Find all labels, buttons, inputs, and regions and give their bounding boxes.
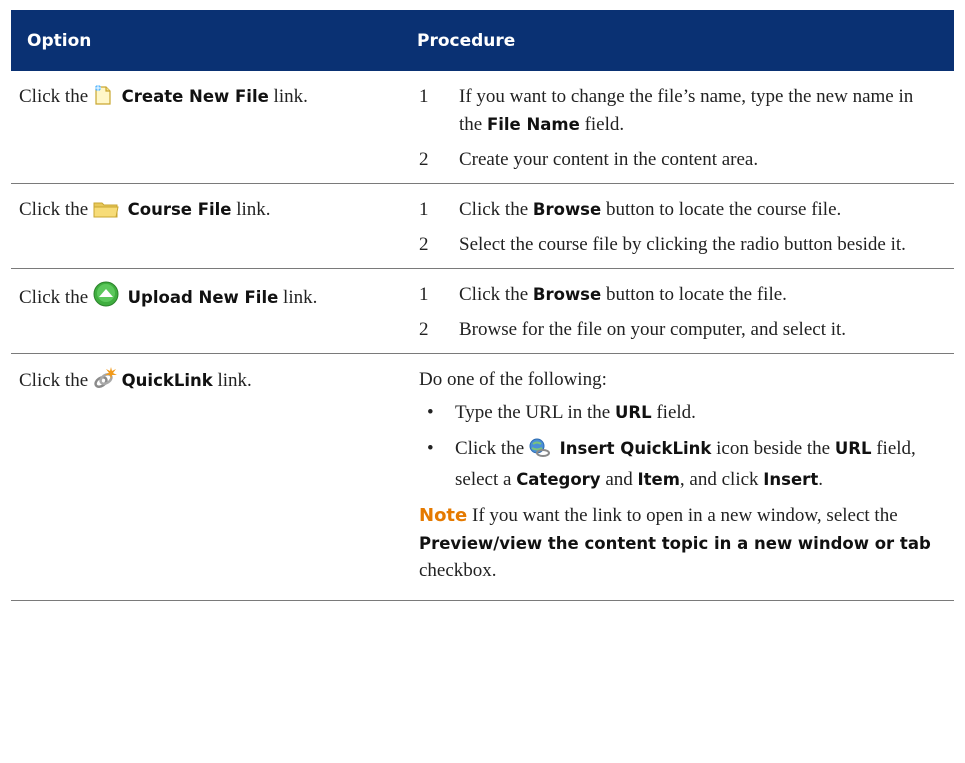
bullet-text: icon beside the — [716, 437, 831, 459]
table-row: Click the Upload New File link. 1 Click … — [11, 268, 954, 354]
bullet-keyword: Item — [637, 470, 680, 490]
step-text: button to locate the file. — [605, 283, 787, 305]
step-text: Select the course file by clicking the r… — [459, 234, 906, 256]
procedure-step: 1 If you want to change the file’s name,… — [419, 83, 934, 138]
course-file-label: Course File — [127, 199, 232, 219]
option-prefix: Click the — [19, 369, 89, 391]
procedure-cell: 1 Click the Browse button to locate the … — [401, 268, 954, 354]
option-cell: Click the QuickLink link. — [11, 353, 401, 601]
step-text: Create your content in the content area. — [459, 149, 759, 171]
bullet-dot-icon: • — [427, 437, 434, 459]
step-text: Browse for the file on your computer, an… — [459, 319, 847, 341]
procedure-step: 2 Create your content in the content are… — [419, 146, 934, 174]
create-new-file-label: Create New File — [121, 87, 269, 106]
step-text: field. — [584, 113, 625, 135]
procedure-step: 2 Select the course file by clicking the… — [419, 231, 934, 259]
procedure-step: 1 Click the Browse button to locate the … — [419, 196, 934, 224]
procedure-cell: Do one of the following: • Type the URL … — [401, 353, 954, 601]
table-row: Click the Course File link. 1 Click the … — [11, 183, 954, 269]
table-row: Click the Create New File link. 1 If you… — [11, 71, 954, 184]
option-cell: Click the Course File link. — [11, 183, 401, 269]
step-number: 2 — [419, 319, 429, 341]
step-number: 1 — [419, 86, 429, 107]
procedure-cell: 1 Click the Browse button to locate the … — [401, 183, 954, 269]
step-text: Click the — [459, 283, 529, 305]
procedure-intro: Do one of the following: — [419, 368, 607, 390]
procedure-step: 1 Click the Browse button to locate the … — [419, 281, 934, 309]
option-prefix: Click the — [19, 198, 89, 220]
quicklink-icon — [93, 366, 117, 399]
table-header-row: Option Procedure — [11, 10, 954, 71]
bullet-keyword: Insert QuickLink — [559, 438, 712, 458]
step-number: 1 — [419, 283, 429, 305]
upload-new-file-label: Upload New File — [127, 287, 279, 307]
folder-icon — [93, 199, 119, 228]
step-number: 2 — [419, 234, 429, 256]
step-text: Click the — [459, 198, 529, 220]
bullet-text: . — [818, 469, 823, 491]
bullet-text: Click the — [455, 437, 525, 459]
bullet-keyword: URL — [834, 438, 872, 458]
upload-icon — [93, 281, 119, 316]
table-row: Click the QuickLink link. Do one of the … — [11, 353, 954, 601]
option-prefix: Click the — [19, 286, 89, 308]
bullet-keyword: URL — [614, 403, 652, 423]
step-keyword: Browse — [532, 284, 602, 304]
step-text: button to locate the course file. — [605, 198, 842, 220]
procedure-cell: 1 If you want to change the file’s name,… — [401, 71, 954, 184]
option-prefix: Click the — [19, 86, 89, 107]
insert-quicklink-icon — [529, 438, 551, 467]
option-suffix: link. — [236, 198, 271, 220]
procedure-bullet: • Type the URL in the URL field. — [419, 399, 934, 427]
bullet-text: Type the URL in the — [455, 402, 611, 424]
quicklink-label: QuickLink — [121, 370, 213, 390]
note-keyword: Preview/view the content topic in a new … — [419, 533, 931, 553]
option-suffix: link. — [283, 286, 318, 308]
header-option: Option — [11, 10, 401, 71]
bullet-keyword: Insert — [763, 470, 819, 490]
option-cell: Click the Upload New File link. — [11, 268, 401, 354]
options-procedure-table: Option Procedure Click the Create New Fi… — [11, 10, 954, 601]
option-cell: Click the Create New File link. — [11, 71, 401, 184]
note-text: If you want the link to open in a new wi… — [472, 505, 898, 527]
step-keyword: Browse — [532, 199, 602, 219]
step-keyword: File Name — [486, 114, 580, 134]
bullet-dot-icon: • — [427, 402, 434, 424]
new-file-icon — [93, 84, 113, 115]
header-procedure: Procedure — [401, 10, 954, 71]
option-suffix: link. — [273, 86, 308, 107]
step-number: 1 — [419, 198, 429, 220]
step-number: 2 — [419, 149, 429, 171]
bullet-text: field. — [656, 402, 696, 424]
bullet-text: , and click — [679, 469, 759, 491]
procedure-bullet: • Click the Insert QuickLink icon beside… — [419, 435, 934, 494]
bullet-keyword: Category — [516, 470, 601, 490]
note-paragraph: Note If you want the link to open in a n… — [419, 502, 934, 585]
procedure-step: 2 Browse for the file on your computer, … — [419, 316, 934, 344]
note-label: Note — [419, 505, 468, 527]
option-suffix: link. — [217, 369, 252, 391]
bullet-text: and — [605, 469, 633, 491]
note-text: checkbox. — [419, 560, 497, 582]
